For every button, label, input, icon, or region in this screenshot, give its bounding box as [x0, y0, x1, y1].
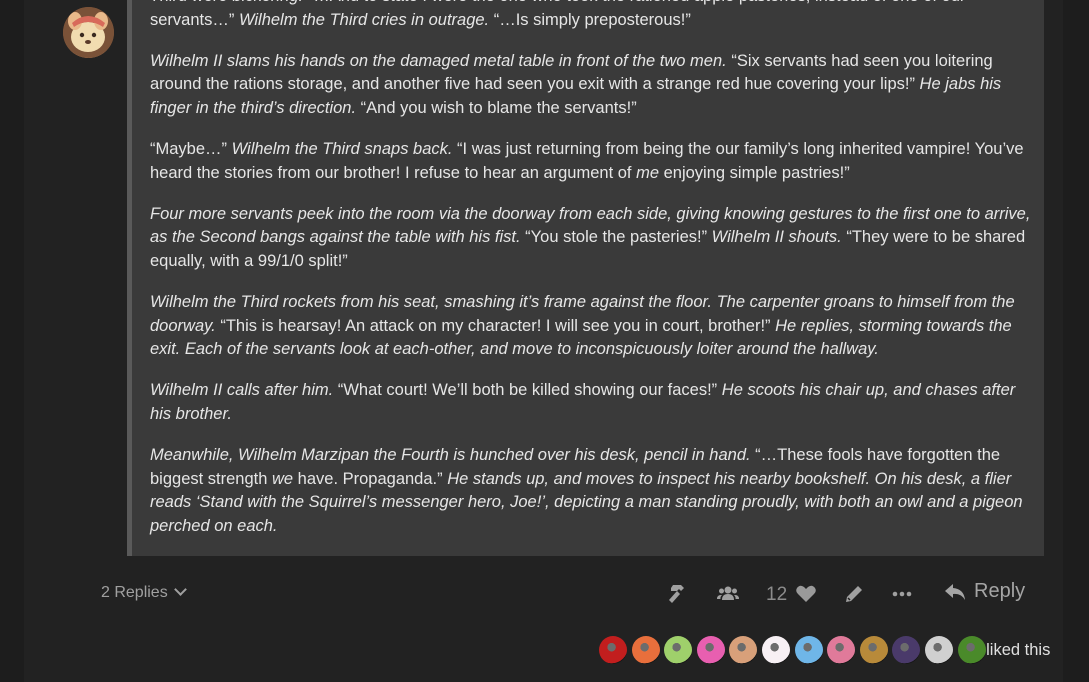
like-count: 12	[766, 584, 788, 605]
pencil-icon[interactable]	[843, 583, 865, 605]
liker-avatar[interactable]	[892, 636, 921, 664]
liker-avatar[interactable]	[794, 636, 823, 664]
reply-button[interactable]: Reply	[944, 580, 1025, 603]
dialogue-text: enjoying simple pastries!”	[659, 163, 850, 182]
replies-toggle[interactable]: 2 Replies	[101, 583, 187, 602]
quote-paragraph: “Maybe…” Wilhelm the Third snaps back. “…	[150, 138, 1035, 185]
liker-avatar[interactable]	[827, 636, 856, 664]
liked-by-list: liked this	[599, 636, 1050, 664]
narration-text: Wilhelm II shouts.	[711, 228, 842, 247]
post: Third were bickering. “…And to state I w…	[24, 0, 1063, 682]
liker-avatar[interactable]	[696, 636, 725, 664]
avatar-image	[63, 7, 114, 58]
narration-text: me	[636, 163, 660, 182]
author-avatar[interactable]	[63, 7, 114, 58]
narration-text: Wilhelm the Third snaps back.	[231, 139, 453, 158]
narration-text: Wilhelm II slams his hands on the damage…	[150, 51, 727, 70]
narration-text: we	[272, 469, 294, 488]
narration-text: Third were bickering.	[150, 0, 303, 5]
liker-avatar[interactable]	[924, 636, 953, 664]
users-icon[interactable]	[717, 583, 739, 605]
dialogue-text: “…Is simply preposterous!”	[489, 10, 691, 29]
post-controls: 2 Replies 12 Reply	[24, 570, 1063, 618]
replies-label: 2 Replies	[101, 584, 168, 601]
dialogue-text: have. Propaganda.”	[293, 469, 448, 488]
liker-avatar[interactable]	[761, 636, 790, 664]
narration-text: Wilhelm the Third cries in outrage.	[238, 10, 490, 29]
dialogue-text: “And you wish to blame the servants!”	[356, 98, 637, 117]
quote-paragraph: Wilhelm II slams his hands on the damage…	[150, 50, 1035, 121]
quote-paragraph: Third were bickering. “…And to state I w…	[150, 0, 1035, 32]
liker-avatar[interactable]	[664, 636, 693, 664]
reply-label: Reply	[974, 580, 1026, 602]
chevron-down-icon	[173, 583, 187, 596]
dialogue-text: “You stole the pasteries!”	[520, 228, 712, 247]
ellipsis-icon[interactable]	[891, 583, 913, 605]
quote-paragraph: Wilhelm II calls after him. “What court!…	[150, 379, 1035, 426]
quote-text: Third were bickering. “…And to state I w…	[150, 0, 1035, 556]
quote-paragraph: Wilhelm the Third rockets from his seat,…	[150, 291, 1035, 362]
liker-avatar[interactable]	[859, 636, 888, 664]
liker-avatar[interactable]	[631, 636, 660, 664]
liker-avatar[interactable]	[729, 636, 758, 664]
liker-avatar[interactable]	[599, 636, 627, 664]
narration-text: Wilhelm II calls after him.	[150, 381, 334, 400]
narration-text: Meanwhile, Wilhelm Marzipan the Fourth i…	[150, 445, 751, 464]
dialogue-text: “This is hearsay! An attack on my charac…	[215, 316, 776, 335]
quote-paragraph: Four more servants peek into the room vi…	[150, 203, 1035, 274]
dialogue-text: “What court! We’ll both be killed showin…	[333, 381, 722, 400]
hammer-icon[interactable]	[667, 583, 689, 605]
liked-this-label[interactable]: liked this	[986, 641, 1050, 660]
reply-arrow-icon	[945, 583, 965, 600]
liker-avatar[interactable]	[957, 636, 986, 664]
dialogue-text: “Maybe…”	[150, 139, 232, 158]
quote-paragraph: Meanwhile, Wilhelm Marzipan the Fourth i…	[150, 444, 1035, 538]
blockquote: Third were bickering. “…And to state I w…	[127, 0, 1044, 556]
heart-icon[interactable]	[795, 583, 817, 605]
